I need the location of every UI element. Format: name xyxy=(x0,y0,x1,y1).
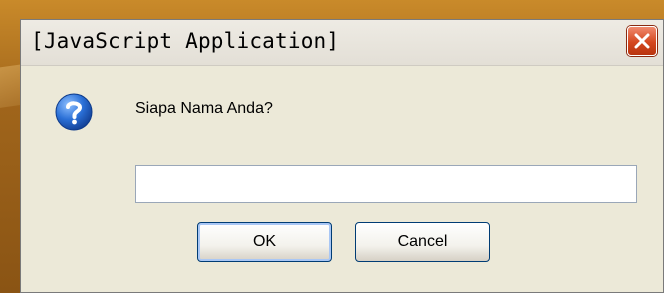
name-input[interactable] xyxy=(135,165,637,203)
question-icon xyxy=(55,93,93,131)
prompt-message: Siapa Nama Anda? xyxy=(135,100,273,117)
close-button[interactable] xyxy=(627,26,657,56)
ok-button[interactable]: OK xyxy=(197,222,332,262)
title-bar[interactable]: [JavaScript Application] xyxy=(21,20,663,66)
dialog-title: [JavaScript Application] xyxy=(31,29,340,53)
close-icon xyxy=(634,33,650,49)
prompt-dialog: [JavaScript Application] Siapa Nama Anda… xyxy=(20,19,664,293)
cancel-button[interactable]: Cancel xyxy=(355,222,490,262)
